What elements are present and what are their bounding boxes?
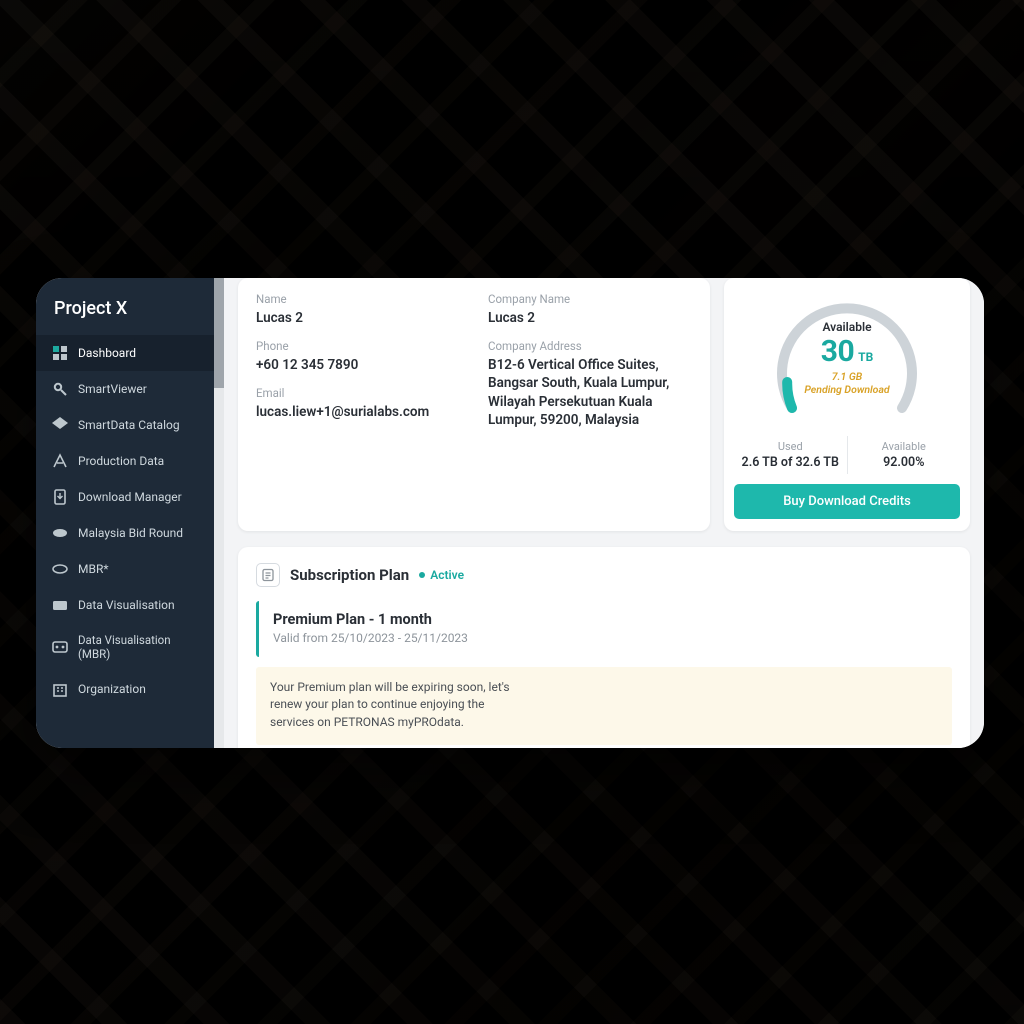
- sidebar-item-label: Data Visualisation (MBR): [78, 633, 198, 662]
- sidebar-item-label: SmartData Catalog: [78, 418, 198, 433]
- email-value: lucas.liew+1@surialabs.com: [256, 403, 460, 421]
- name-label: Name: [256, 292, 460, 306]
- catalog-icon: [52, 417, 68, 433]
- org-icon: [52, 682, 68, 698]
- app-window: Project X Dashboard SmartViewer SmartDat…: [36, 278, 984, 748]
- sidebar: Project X Dashboard SmartViewer SmartDat…: [36, 278, 214, 748]
- name-value: Lucas 2: [256, 309, 460, 327]
- sidebar-item-label: Download Manager: [78, 490, 198, 505]
- dashboard-icon: [52, 345, 68, 361]
- status-text: Active: [430, 568, 464, 582]
- download-icon: [52, 489, 68, 505]
- credits-stats: Used 2.6 TB of 32.6 TB Available 92.00%: [734, 436, 960, 474]
- used-label: Used: [738, 440, 843, 453]
- expiry-warning: Your Premium plan will be expiring soon,…: [256, 667, 952, 745]
- subscription-title: Subscription Plan: [290, 566, 409, 584]
- avail-pct-label: Available: [852, 440, 957, 453]
- email-label: Email: [256, 386, 460, 400]
- plan-name: Premium Plan - 1 month: [273, 611, 938, 628]
- app-title: Project X: [36, 278, 214, 335]
- mbrplus-icon: [52, 561, 68, 577]
- sidebar-item-malaysia-bid-round[interactable]: Malaysia Bid Round: [36, 515, 214, 551]
- smartviewer-icon: [52, 381, 68, 397]
- vizmbr-icon: [52, 639, 68, 655]
- profile-card: Name Lucas 2 Phone +60 12 345 7890 Email…: [238, 278, 710, 531]
- scrollbar-thumb[interactable]: [214, 278, 224, 388]
- address-value: B12-6 Vertical Office Suites, Bangsar So…: [488, 356, 692, 429]
- sidebar-item-label: SmartViewer: [78, 382, 198, 397]
- subscription-card: Subscription Plan Active Premium Plan - …: [238, 547, 970, 748]
- credits-gauge: Available 30 TB 7.1 GB Pending Download: [762, 288, 932, 428]
- nav-list: Dashboard SmartViewer SmartData Catalog …: [36, 335, 214, 708]
- phone-label: Phone: [256, 339, 460, 353]
- sidebar-item-data-visualisation[interactable]: Data Visualisation: [36, 587, 214, 623]
- plan-block: Premium Plan - 1 month Valid from 25/10/…: [256, 601, 952, 657]
- status-dot-icon: [419, 572, 425, 578]
- sidebar-item-label: Malaysia Bid Round: [78, 526, 198, 541]
- scrollbar[interactable]: [214, 278, 224, 748]
- used-value: 2.6 TB of 32.6 TB: [738, 455, 843, 470]
- credits-card: Available 30 TB 7.1 GB Pending Download: [724, 278, 970, 531]
- main-content: Name Lucas 2 Phone +60 12 345 7890 Email…: [224, 278, 984, 748]
- sidebar-item-label: Organization: [78, 682, 198, 697]
- sidebar-item-label: Dashboard: [78, 346, 198, 361]
- sidebar-item-download-manager[interactable]: Download Manager: [36, 479, 214, 515]
- sidebar-item-dashboard[interactable]: Dashboard: [36, 335, 214, 371]
- production-icon: [52, 453, 68, 469]
- subscription-icon: [256, 563, 280, 587]
- plan-validity: Valid from 25/10/2023 - 25/11/2023: [273, 631, 938, 645]
- status-badge: Active: [419, 568, 464, 582]
- expiry-warning-text: Your Premium plan will be expiring soon,…: [270, 679, 530, 731]
- avail-pct-value: 92.00%: [852, 455, 957, 470]
- sidebar-item-label: Data Visualisation: [78, 598, 198, 613]
- company-label: Company Name: [488, 292, 692, 306]
- address-label: Company Address: [488, 339, 692, 353]
- mbr-icon: [52, 525, 68, 541]
- sidebar-item-smartviewer[interactable]: SmartViewer: [36, 371, 214, 407]
- phone-value: +60 12 345 7890: [256, 356, 460, 374]
- sidebar-item-smartdata-catalog[interactable]: SmartData Catalog: [36, 407, 214, 443]
- sidebar-item-label: MBR*: [78, 562, 198, 577]
- viz-icon: [52, 597, 68, 613]
- sidebar-item-production-data[interactable]: Production Data: [36, 443, 214, 479]
- sidebar-item-data-visualisation-mbr[interactable]: Data Visualisation (MBR): [36, 623, 214, 672]
- sidebar-item-mbr-plus[interactable]: MBR*: [36, 551, 214, 587]
- sidebar-item-organization[interactable]: Organization: [36, 672, 214, 708]
- company-value: Lucas 2: [488, 309, 692, 327]
- sidebar-item-label: Production Data: [78, 454, 198, 469]
- buy-credits-button[interactable]: Buy Download Credits: [734, 484, 960, 519]
